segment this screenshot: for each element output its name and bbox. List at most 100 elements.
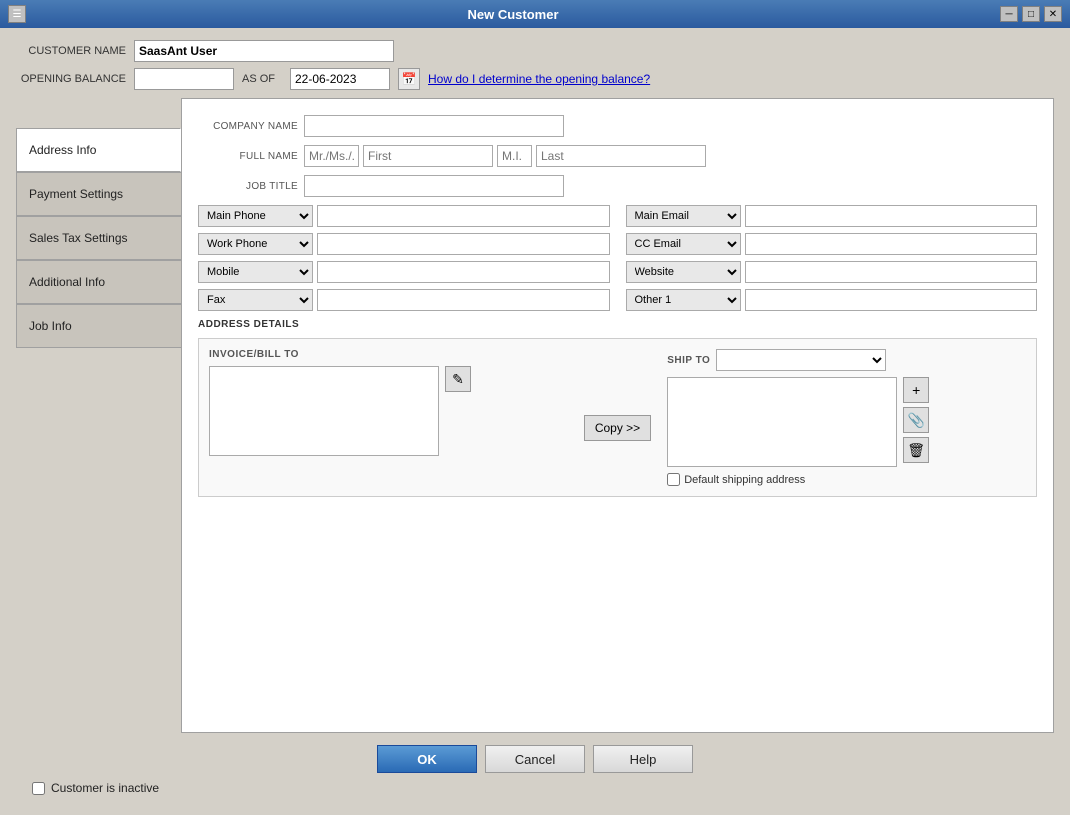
sidebar: Address Info Payment Settings Sales Tax … [16, 98, 181, 733]
invoice-label: INVOICE/BILL TO [209, 349, 568, 360]
work-phone-input[interactable] [317, 233, 610, 255]
opening-balance-row: OPENING BALANCE AS OF 📅 How do I determi… [16, 68, 1054, 90]
address-grid: INVOICE/BILL TO ✎ Copy >> [198, 338, 1037, 497]
invoice-edit-button[interactable]: ✎ [445, 366, 471, 392]
sidebar-label-additional-info: Additional Info [29, 275, 105, 289]
main-content: CUSTOMER NAME OPENING BALANCE AS OF 📅 Ho… [0, 28, 1070, 815]
phone-field-main: Main Phone Work Phone Mobile Fax Other P… [198, 205, 610, 227]
invoice-field-row: ✎ [209, 366, 568, 456]
main-email-dropdown-wrapper: Main Email CC Email Website Other 1 [626, 205, 741, 227]
sidebar-item-sales-tax-settings[interactable]: Sales Tax Settings [16, 216, 181, 260]
phone-field-mobile: Mobile Main Phone Work Phone Fax [198, 261, 610, 283]
fax-select[interactable]: Fax Main Phone Work Phone Mobile [198, 289, 313, 311]
close-button[interactable]: ✕ [1044, 6, 1062, 22]
window-title: New Customer [26, 7, 1000, 22]
inactive-checkbox[interactable] [32, 782, 45, 795]
ship-field-row: + 📎 🗑 [667, 377, 1026, 467]
mobile-input[interactable] [317, 261, 610, 283]
footer: OK Cancel Help [16, 733, 1054, 781]
header-fields: CUSTOMER NAME OPENING BALANCE AS OF 📅 Ho… [16, 40, 1054, 90]
other1-field: Other 1 Main Email CC Email Website [626, 289, 1038, 311]
ship-attach-button[interactable]: 📎 [903, 407, 929, 433]
website-dropdown-wrapper: Website Main Email CC Email Other 1 [626, 261, 741, 283]
opening-balance-label: OPENING BALANCE [16, 73, 126, 85]
default-shipping-checkbox[interactable] [667, 473, 680, 486]
fax-input[interactable] [317, 289, 610, 311]
work-phone-dropdown-wrapper: Work Phone Main Phone Mobile Fax [198, 233, 313, 255]
work-phone-select[interactable]: Work Phone Main Phone Mobile Fax [198, 233, 313, 255]
title-bar: ☰ New Customer ─ □ ✕ [0, 0, 1070, 28]
ok-button[interactable]: OK [377, 745, 477, 773]
window-icon: ☰ [8, 5, 26, 23]
main-email-select[interactable]: Main Email CC Email Website Other 1 [626, 205, 741, 227]
copy-button[interactable]: Copy >> [584, 415, 651, 441]
name-prefix-input[interactable] [304, 145, 359, 167]
inactive-row: Customer is inactive [16, 781, 1054, 803]
sidebar-item-additional-info[interactable]: Additional Info [16, 260, 181, 304]
other1-select[interactable]: Other 1 Main Email CC Email Website [626, 289, 741, 311]
main-phone-dropdown-wrapper: Main Phone Work Phone Mobile Fax Other P… [198, 205, 313, 227]
sidebar-item-payment-settings[interactable]: Payment Settings [16, 172, 181, 216]
full-name-row: FULL NAME [198, 145, 1037, 167]
cc-email-dropdown-wrapper: CC Email Main Email Website Other 1 [626, 233, 741, 255]
phone-field-work: Work Phone Main Phone Mobile Fax [198, 233, 610, 255]
website-input[interactable] [745, 261, 1038, 283]
ship-to-select[interactable] [716, 349, 886, 371]
sidebar-item-job-info[interactable]: Job Info [16, 304, 181, 348]
company-name-label: COMPANY NAME [198, 121, 298, 132]
sidebar-label-payment-settings: Payment Settings [29, 187, 123, 201]
other1-input[interactable] [745, 289, 1038, 311]
company-name-input[interactable] [304, 115, 564, 137]
main-phone-select[interactable]: Main Phone Work Phone Mobile Fax Other P… [198, 205, 313, 227]
ship-add-button[interactable]: + [903, 377, 929, 403]
default-shipping-label: Default shipping address [684, 474, 805, 486]
phone-field-fax: Fax Main Phone Work Phone Mobile [198, 289, 610, 311]
minimize-button[interactable]: ─ [1000, 6, 1018, 22]
website-field: Website Main Email CC Email Other 1 [626, 261, 1038, 283]
cc-email-input[interactable] [745, 233, 1038, 255]
form-panel: COMPANY NAME FULL NAME JOB TITLE [181, 98, 1054, 733]
sidebar-item-address-info[interactable]: Address Info [16, 128, 181, 172]
invoice-textarea[interactable] [209, 366, 439, 456]
fax-dropdown-wrapper: Fax Main Phone Work Phone Mobile [198, 289, 313, 311]
company-name-row: COMPANY NAME [198, 115, 1037, 137]
copy-col: Copy >> [584, 349, 651, 486]
ship-textarea[interactable] [667, 377, 897, 467]
sidebar-label-job-info: Job Info [29, 319, 72, 333]
window-controls: ─ □ ✕ [1000, 6, 1062, 22]
ship-to-header: SHIP TO [667, 349, 1026, 371]
main-window: ☰ New Customer ─ □ ✕ CUSTOMER NAME OPENI… [0, 0, 1070, 815]
main-phone-input[interactable] [317, 205, 610, 227]
help-link[interactable]: How do I determine the opening balance? [428, 72, 650, 86]
name-first-input[interactable] [363, 145, 493, 167]
customer-name-label: CUSTOMER NAME [16, 45, 126, 57]
sidebar-label-address-info: Address Info [29, 143, 96, 157]
date-input[interactable] [290, 68, 390, 90]
ship-col: SHIP TO + 📎 [667, 349, 1026, 486]
ship-delete-button[interactable]: 🗑 [903, 437, 929, 463]
address-columns: INVOICE/BILL TO ✎ Copy >> [209, 349, 1026, 486]
mobile-select[interactable]: Mobile Main Phone Work Phone Fax [198, 261, 313, 283]
email-field-cc: CC Email Main Email Website Other 1 [626, 233, 1038, 255]
inactive-label: Customer is inactive [51, 781, 159, 795]
maximize-button[interactable]: □ [1022, 6, 1040, 22]
help-button[interactable]: Help [593, 745, 693, 773]
website-select[interactable]: Website Main Email CC Email Other 1 [626, 261, 741, 283]
other1-dropdown-wrapper: Other 1 Main Email CC Email Website [626, 289, 741, 311]
main-email-input[interactable] [745, 205, 1038, 227]
full-name-label: FULL NAME [198, 151, 298, 162]
customer-name-row: CUSTOMER NAME [16, 40, 1054, 62]
email-field-main: Main Email CC Email Website Other 1 [626, 205, 1038, 227]
customer-name-input[interactable] [134, 40, 394, 62]
name-mi-input[interactable] [497, 145, 532, 167]
name-last-input[interactable] [536, 145, 706, 167]
calendar-button[interactable]: 📅 [398, 68, 420, 90]
job-title-input[interactable] [304, 175, 564, 197]
cc-email-select[interactable]: CC Email Main Email Website Other 1 [626, 233, 741, 255]
ship-side-buttons: + 📎 🗑 [903, 377, 929, 463]
address-section-title: ADDRESS DETAILS [198, 319, 1037, 330]
cancel-button[interactable]: Cancel [485, 745, 585, 773]
job-title-row: JOB TITLE [198, 175, 1037, 197]
name-fields [304, 145, 706, 167]
opening-balance-input[interactable] [134, 68, 234, 90]
